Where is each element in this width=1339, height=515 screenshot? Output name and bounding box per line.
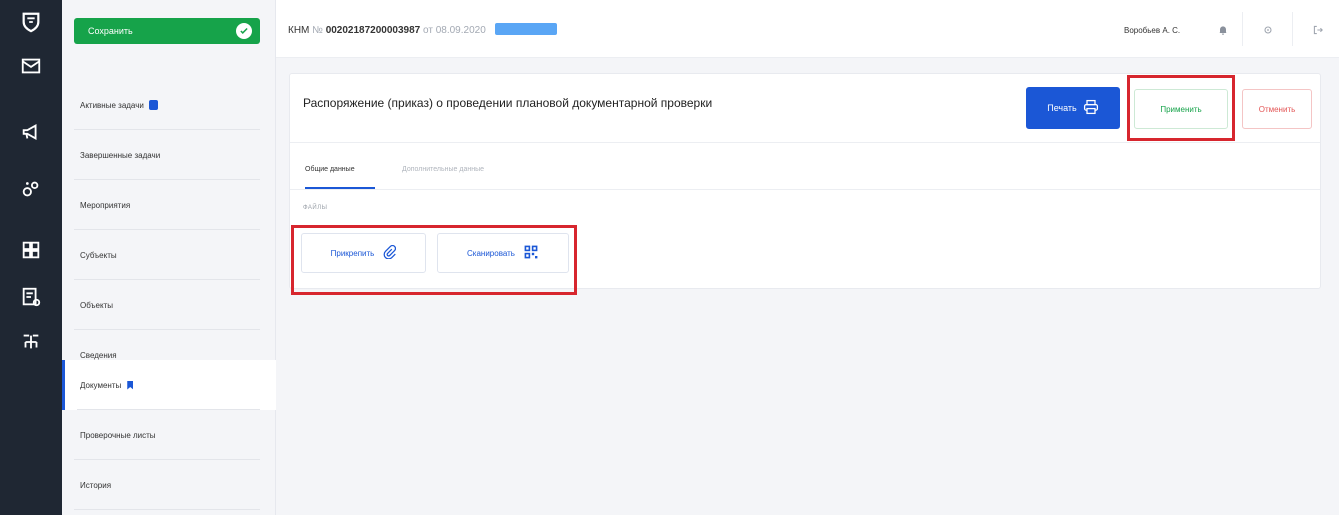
bookmark-icon <box>127 380 134 390</box>
sidebar-item-objects[interactable]: Объекты <box>62 280 276 330</box>
divider <box>290 189 1320 190</box>
bell-icon[interactable] <box>1213 20 1233 40</box>
count-badge-icon <box>148 100 158 110</box>
icon-rail <box>0 0 62 515</box>
sidebar-item-events[interactable]: Мероприятия <box>62 180 276 230</box>
sidebar-item-subjects[interactable]: Субъекты <box>62 230 276 280</box>
user-name[interactable]: Воробьев А. С. <box>1124 26 1180 35</box>
sidebar-item-label: Активные задачи <box>80 100 144 110</box>
settings-icon[interactable] <box>1258 20 1278 40</box>
save-button-label: Сохранить <box>88 26 133 36</box>
sidebar-item-checklists[interactable]: Проверочные листы <box>62 410 276 460</box>
top-header: КНМ № 00202187200003987 от 08.09.2020 Во… <box>276 0 1339 58</box>
sidebar-item-completed-tasks[interactable]: Завершенные задачи <box>62 130 276 180</box>
sidebar-item-label: Субъекты <box>80 250 117 260</box>
report-icon[interactable] <box>0 275 62 319</box>
cancel-button[interactable]: Отменить <box>1242 89 1312 129</box>
highlight-frame-attach <box>291 225 577 295</box>
page-title: Распоряжение (приказ) о проведении плано… <box>303 96 713 110</box>
logo-shield-icon[interactable] <box>0 0 62 44</box>
sidebar-item-label: Мероприятия <box>80 200 131 210</box>
sidebar-item-label: Объекты <box>80 300 113 310</box>
files-section-label: ФАЙЛЫ <box>303 205 328 211</box>
sidebar-item-active-tasks[interactable]: Активные задачи <box>62 80 276 130</box>
app-root: Сохранить Активные задачи Завершенные за… <box>0 0 1339 515</box>
gears-icon[interactable] <box>0 167 62 211</box>
divider <box>290 142 1320 143</box>
divider <box>1292 12 1293 46</box>
sidebar-item-label: Проверочные листы <box>80 430 156 440</box>
highlight-frame-apply <box>1127 75 1235 141</box>
tab-additional-data[interactable]: Дополнительные данные <box>402 166 484 173</box>
record-number: 00202187200003987 <box>325 25 421 36</box>
document-card: Распоряжение (приказ) о проведении плано… <box>289 73 1321 295</box>
sidebar-item-label: История <box>80 480 112 490</box>
sidebar-item-history[interactable]: История <box>62 460 276 510</box>
save-button[interactable]: Сохранить <box>74 18 260 44</box>
sidebar: Сохранить Активные задачи Завершенные за… <box>62 0 276 515</box>
sidebar-item-label: Завершенные задачи <box>80 150 161 160</box>
print-button-label: Печать <box>1047 103 1077 113</box>
record-type: КНМ <box>288 25 310 36</box>
megaphone-icon[interactable] <box>0 110 62 154</box>
breadcrumb: КНМ № 00202187200003987 от 08.09.2020 <box>288 23 557 36</box>
print-button[interactable]: Печать <box>1026 87 1120 129</box>
check-icon <box>236 23 252 39</box>
sidebar-item-label: Сведения <box>80 350 117 360</box>
sidebar-item-label: Документы <box>80 380 122 390</box>
status-badge <box>494 23 557 35</box>
mail-icon[interactable] <box>0 44 62 88</box>
printer-icon <box>1083 99 1099 117</box>
number-prefix: № <box>312 25 323 36</box>
grid-icon[interactable] <box>0 228 62 272</box>
divider <box>1242 12 1243 46</box>
logout-icon[interactable] <box>1308 20 1328 40</box>
record-date: от 08.09.2020 <box>423 25 486 36</box>
tab-general-data[interactable]: Общие данные <box>305 166 355 173</box>
org-structure-icon[interactable] <box>0 320 62 364</box>
sidebar-item-documents[interactable]: Документы <box>62 360 276 410</box>
